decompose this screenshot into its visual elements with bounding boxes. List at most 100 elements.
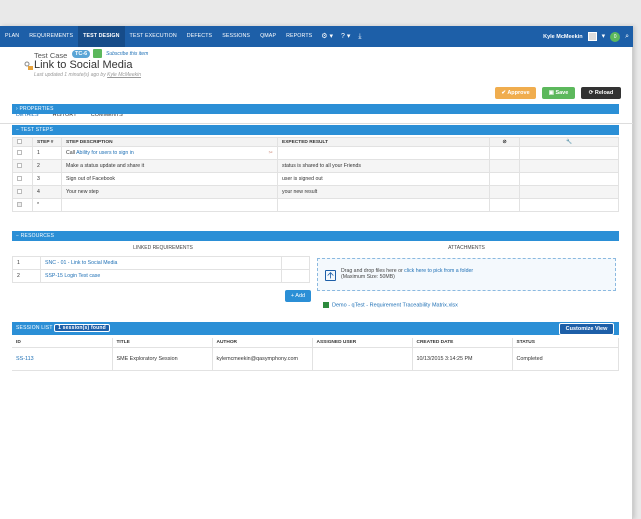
nav-defects[interactable]: DEFECTS <box>182 26 217 47</box>
settings-menu-icon[interactable]: ⚙ ▾ <box>317 26 337 47</box>
nav-plan[interactable]: PLAN <box>0 26 24 47</box>
column-header: STEP DESCRIPTION <box>61 137 278 147</box>
table-row[interactable]: 4 Your new step your new result <box>12 185 619 199</box>
excel-file-icon <box>323 302 329 308</box>
expected-result[interactable]: your new result <box>277 185 490 199</box>
divider <box>0 123 633 124</box>
item-id-badge: TC-6 <box>72 50 91 58</box>
nav-test-design[interactable]: TEST DESIGN <box>78 26 125 47</box>
download-icon[interactable]: ⤓ <box>354 26 365 47</box>
notification-badge[interactable]: 0 <box>610 31 621 42</box>
session-status: Completed <box>512 347 619 371</box>
step-number: 3 <box>32 172 62 186</box>
requirements-table: 1 SNC - 01 - Link to Social Media 2 SSP-… <box>12 256 310 283</box>
subscribe-icon[interactable] <box>93 49 102 58</box>
step-description[interactable]: Call Ability for users to sign in ✂ <box>61 146 278 160</box>
file-dropzone[interactable]: Drag and drop files here or click here t… <box>317 258 616 291</box>
nav-sessions[interactable]: SESSIONS <box>217 26 255 47</box>
approve-button[interactable]: ✔ Approve <box>495 87 536 99</box>
column-header[interactable]: TITLE <box>112 338 213 348</box>
called-test-link[interactable]: Ability for users to sign in <box>76 150 134 156</box>
add-requirement-button[interactable]: + Add <box>285 290 311 302</box>
avatar[interactable] <box>587 32 597 41</box>
expected-result[interactable] <box>277 198 490 212</box>
session-author: kylemcmeekin@qasymphony.com <box>212 347 313 371</box>
step-description[interactable]: Sign out of Facebook <box>61 172 278 186</box>
step-number: 1 <box>32 146 62 160</box>
nav-qmap[interactable]: QMAP <box>255 26 281 47</box>
column-header[interactable]: CREATED DATE <box>412 338 513 348</box>
table-row[interactable]: 2 Make a status update and share it stat… <box>12 159 619 173</box>
upload-icon <box>325 270 336 281</box>
row-checkbox[interactable] <box>17 149 22 155</box>
properties-bar[interactable]: › PROPERTIES <box>12 104 619 114</box>
attachments-header: ATTACHMENTS <box>448 245 485 251</box>
table-row[interactable]: SS-113 SME Exploratory Session kylemcmee… <box>12 347 619 371</box>
column-header[interactable]: AUTHOR <box>212 338 313 348</box>
expected-result[interactable]: user is signed out <box>277 172 490 186</box>
help-menu-icon[interactable]: ? ▾ <box>337 26 354 47</box>
table-row[interactable]: * <box>12 198 619 212</box>
step-number: * <box>32 198 62 212</box>
step-description[interactable]: Make a status update and share it <box>61 159 278 173</box>
column-header[interactable]: ASSIGNED USER <box>312 338 413 348</box>
step-description[interactable] <box>61 198 278 212</box>
search-icon[interactable]: ⌕ <box>625 26 629 47</box>
test-case-icon <box>24 61 33 70</box>
linked-requirements-header: LINKED REQUIREMENTS <box>133 245 193 251</box>
row-checkbox[interactable] <box>17 162 22 168</box>
session-list-bar[interactable]: SESSION LIST 1 session(s) found <box>12 322 619 335</box>
updated-user-link[interactable]: Kyle McMeekin <box>107 72 141 78</box>
row-checkbox[interactable] <box>17 201 22 207</box>
edit-call-icon[interactable]: ✂ <box>269 150 273 156</box>
user-area: Kyle McMeekin ▾ 0 ⌕ <box>543 26 633 47</box>
session-created-date: 10/13/2015 3:14:25 PM <box>412 347 513 371</box>
table-row[interactable]: 1 SNC - 01 - Link to Social Media <box>12 256 310 270</box>
user-name[interactable]: Kyle McMeekin <box>543 34 582 40</box>
column-header: STEP # <box>32 137 62 147</box>
resources-bar[interactable]: − RESOURCES <box>12 231 619 241</box>
window-top-strip <box>0 0 641 26</box>
column-header: EXPECTED RESULT <box>277 137 490 147</box>
page-title[interactable]: Link to Social Media <box>34 59 132 71</box>
session-table: ID TITLE AUTHOR ASSIGNED USER CREATED DA… <box>12 338 619 371</box>
session-assigned-user <box>312 347 413 371</box>
test-steps-bar[interactable]: − TEST STEPS <box>12 125 619 135</box>
user-menu-icon[interactable]: ▾ <box>602 26 606 47</box>
table-row[interactable]: 1 Call Ability for users to sign in ✂ <box>12 146 619 160</box>
test-steps-table: STEP # STEP DESCRIPTION EXPECTED RESULT … <box>12 137 619 212</box>
column-header[interactable]: STATUS <box>512 338 619 348</box>
table-row[interactable]: 3 Sign out of Facebook user is signed ou… <box>12 172 619 186</box>
wrench-icon: 🔧 <box>519 137 619 147</box>
reload-button[interactable]: ⟳ Reload <box>581 87 621 99</box>
nav-test-execution[interactable]: TEST EXECUTION <box>125 26 182 47</box>
requirement-link[interactable]: SSP-15 Login Test case <box>40 269 282 283</box>
nav-reports[interactable]: REPORTS <box>281 26 317 47</box>
subscribe-link[interactable]: Subscribe this item <box>106 51 148 57</box>
customize-view-button[interactable]: Customize View <box>559 323 614 335</box>
expected-result[interactable]: status is shared to all your Friends <box>277 159 490 173</box>
row-checkbox[interactable] <box>17 188 22 194</box>
last-updated: Last updated 1 minute(s) ago by Kyle McM… <box>34 72 142 78</box>
column-header[interactable]: ID <box>12 338 113 348</box>
row-checkbox[interactable] <box>17 175 22 181</box>
select-all-checkbox-cell[interactable] <box>12 137 33 147</box>
session-title: SME Exploratory Session <box>112 347 213 371</box>
req-number: 1 <box>12 256 41 270</box>
pick-folder-link[interactable]: click here to pick from a folder <box>404 268 473 274</box>
table-row[interactable]: 2 SSP-15 Login Test case <box>12 269 310 283</box>
session-count-badge: 1 session(s) found <box>54 324 110 332</box>
session-id-link[interactable]: SS-113 <box>12 347 113 371</box>
attachment-icon: ⊘ <box>489 137 520 147</box>
requirement-link[interactable]: SNC - 01 - Link to Social Media <box>40 256 282 270</box>
step-number: 4 <box>32 185 62 199</box>
step-number: 2 <box>32 159 62 173</box>
expected-result[interactable] <box>277 146 490 160</box>
main-nav: PLAN REQUIREMENTS TEST DESIGN TEST EXECU… <box>0 26 633 47</box>
attachment-item[interactable]: Demo - qTest - Requirement Traceability … <box>323 302 458 308</box>
save-button[interactable]: ▣ Save <box>542 87 575 99</box>
step-description[interactable]: Your new step <box>61 185 278 199</box>
nav-requirements[interactable]: REQUIREMENTS <box>24 26 78 47</box>
dropzone-text: Drag and drop files here or click here t… <box>341 268 474 280</box>
req-number: 2 <box>12 269 41 283</box>
